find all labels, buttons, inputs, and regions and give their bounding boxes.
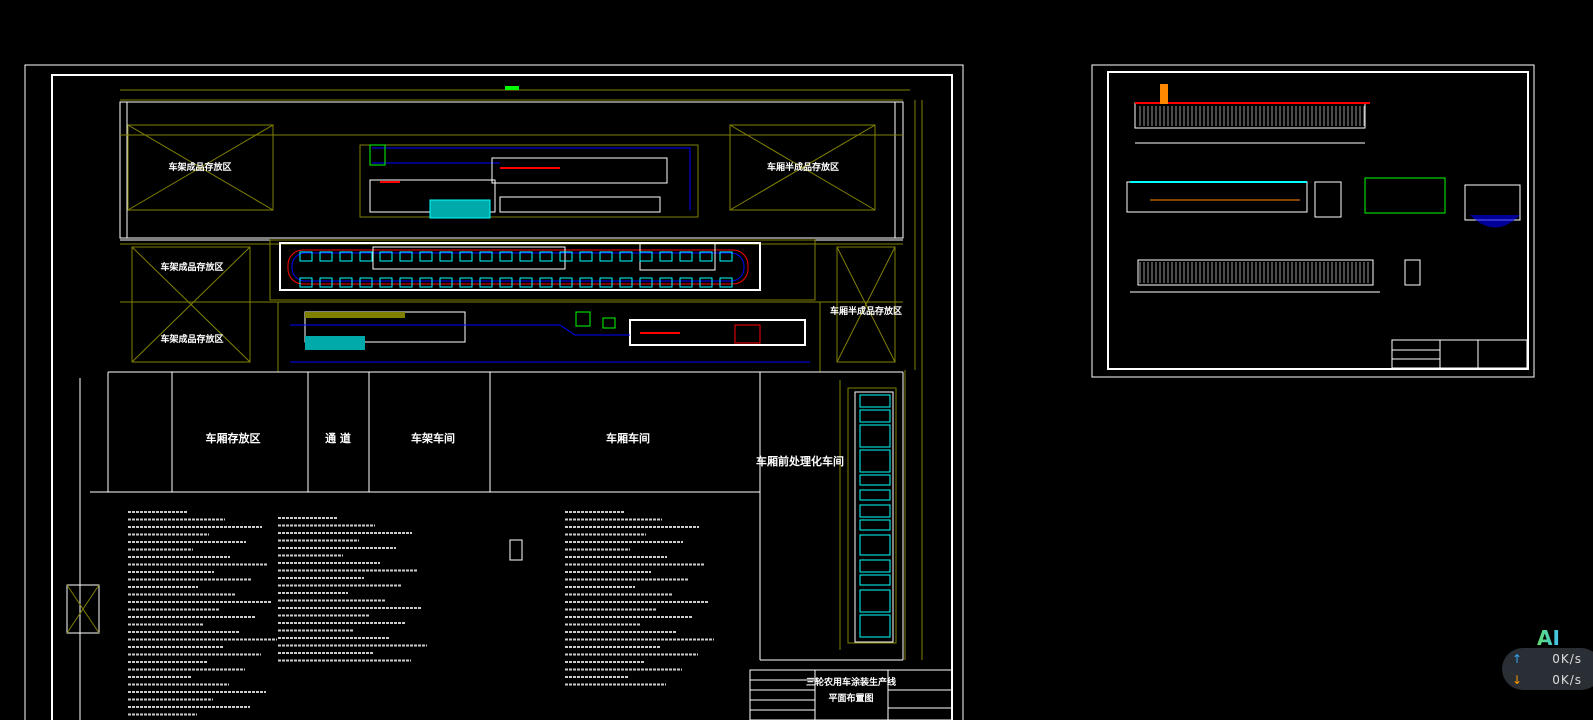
tank — [859, 394, 891, 408]
area-label: 车架成品存放区 — [160, 333, 223, 345]
detail-title-block — [1391, 339, 1528, 369]
carrier — [599, 277, 613, 288]
top-conveyor-line — [359, 144, 699, 219]
tank — [859, 519, 891, 531]
carrier — [319, 277, 333, 288]
workshop-bays — [79, 371, 904, 720]
legend-symbol — [509, 539, 523, 561]
bay-label: 车厢存放区 — [206, 431, 261, 445]
carrier — [519, 277, 533, 288]
carrier — [539, 277, 553, 288]
drawing-subtitle: 平面布置图 — [828, 692, 873, 704]
pretreatment-tanks — [859, 394, 891, 638]
carrier — [479, 277, 493, 288]
download-speed: 0K/s — [1552, 672, 1582, 687]
pretreatment-line — [847, 387, 897, 644]
detail-sheet-outer — [1091, 64, 1535, 378]
bay-label: 车厢前处理化车间 — [756, 454, 844, 468]
design-notes — [128, 511, 714, 716]
carrier — [659, 277, 673, 288]
carrier — [439, 277, 453, 288]
carrier — [379, 277, 393, 288]
carrier — [579, 277, 593, 288]
upload-speed: 0K/s — [1552, 651, 1582, 666]
dimension-lines — [120, 89, 923, 660]
ai-logo: AI — [1537, 626, 1560, 650]
cad-drawing-canvas[interactable]: 车架成品存放区 车厢半成品存放区 车架成品存放区 车架成品存放区 车厢半成品存放… — [0, 0, 1593, 720]
tank — [859, 504, 891, 518]
tank — [859, 614, 891, 638]
tank — [859, 409, 891, 423]
carrier — [359, 277, 373, 288]
carrier — [679, 277, 693, 288]
carrier — [559, 277, 573, 288]
carrier — [619, 277, 633, 288]
carrier — [399, 277, 413, 288]
tank — [859, 449, 891, 473]
middle-conveyor-loop — [269, 239, 816, 301]
bay-label: 通 道 — [325, 431, 351, 445]
carrier — [499, 277, 513, 288]
lower-conveyor-line — [277, 301, 821, 373]
tank — [859, 534, 891, 556]
area-label: 车架成品存放区 — [160, 261, 223, 273]
area-label: 车架成品存放区 — [168, 161, 231, 173]
carrier — [699, 277, 713, 288]
bay-label: 车厢车间 — [606, 431, 650, 445]
tank — [859, 474, 891, 486]
upload-arrow-icon: ↑ — [1512, 651, 1523, 666]
carrier — [299, 277, 313, 288]
tank — [859, 559, 891, 573]
tank — [859, 589, 891, 613]
network-speed-widget[interactable]: ↑ 0K/s ↓ 0K/s — [1502, 648, 1593, 690]
bay-label: 车架车间 — [411, 431, 455, 445]
elevation-views — [1126, 84, 1521, 293]
carrier — [719, 277, 733, 288]
carrier — [459, 277, 473, 288]
tank — [859, 424, 891, 448]
drawing-title: 三轮农用车涂装生产线 — [806, 676, 896, 688]
area-label: 车厢半成品存放区 — [830, 305, 902, 317]
carrier — [639, 277, 653, 288]
carrier — [339, 277, 353, 288]
carrier — [419, 277, 433, 288]
tank — [859, 489, 891, 501]
area-label: 车厢半成品存放区 — [767, 161, 839, 173]
download-arrow-icon: ↓ — [1512, 672, 1523, 687]
tank — [859, 574, 891, 586]
